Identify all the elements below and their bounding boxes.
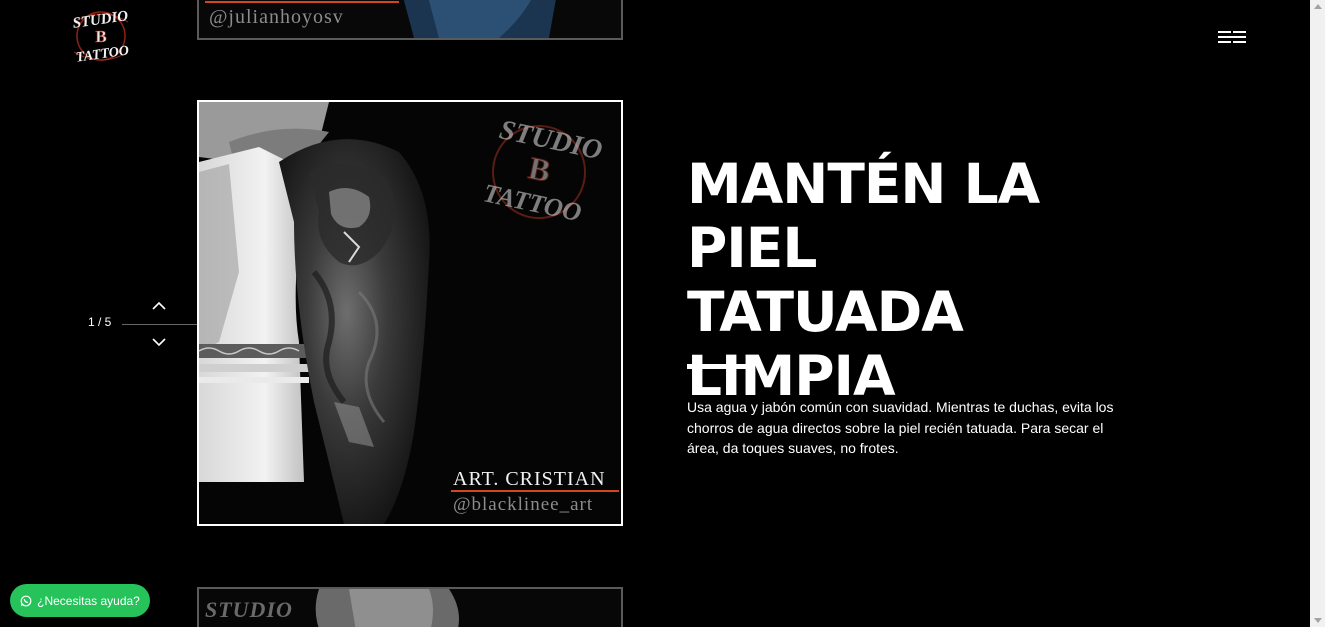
logo-text-bottom: TATTOO bbox=[75, 43, 130, 65]
photo-artist-name: ART. CRISTIAN bbox=[453, 468, 606, 490]
slide-headline: MANTÉN LA PIEL TATUADA LIMPIA bbox=[687, 152, 1040, 408]
whatsapp-help-button[interactable]: ¿Necesitas ayuda? bbox=[10, 584, 150, 617]
headline-divider bbox=[687, 364, 752, 369]
hamburger-icon bbox=[1218, 31, 1246, 43]
pager-counter: 1 / 5 bbox=[88, 315, 112, 329]
pager-down-button[interactable] bbox=[150, 335, 168, 347]
photo-handle-previous: @julianhoyosv bbox=[209, 6, 344, 28]
slide-body-text: Usa agua y jabón común con suavidad. Mie… bbox=[687, 399, 1114, 456]
photo-artist-handle: @blacklinee_art bbox=[453, 494, 594, 515]
gallery-photo-previous[interactable]: @julianhoyosv bbox=[197, 0, 623, 40]
scroll-down-arrow-icon[interactable] bbox=[1314, 618, 1322, 623]
menu-button[interactable] bbox=[1218, 28, 1250, 46]
pager-divider bbox=[122, 324, 197, 325]
next-photo-watermark: STUDIO bbox=[205, 597, 293, 622]
watermark-logo: STUDIO B TATTOO bbox=[481, 114, 605, 227]
whatsapp-icon bbox=[20, 595, 32, 606]
page: STUDIO B TATTOO @julianhoyosv STUDIO B T… bbox=[0, 0, 1310, 627]
studio-logo[interactable]: STUDIO B TATTOO bbox=[60, 2, 142, 70]
watermark-text-mid: B bbox=[525, 149, 553, 189]
gallery-photo-next[interactable]: STUDIO bbox=[197, 587, 623, 627]
gallery-photo-current[interactable]: STUDIO B TATTOO ART. CRISTIAN @blackline… bbox=[197, 100, 623, 526]
chevron-up-icon bbox=[152, 301, 166, 310]
help-button-label: ¿Necesitas ayuda? bbox=[37, 593, 140, 608]
pager-up-button[interactable] bbox=[150, 299, 168, 311]
logo-text-mid: B bbox=[95, 27, 106, 46]
scroll-up-arrow-icon[interactable] bbox=[1314, 4, 1322, 9]
page-scrollbar[interactable] bbox=[1310, 0, 1325, 627]
chevron-down-icon bbox=[152, 338, 166, 347]
